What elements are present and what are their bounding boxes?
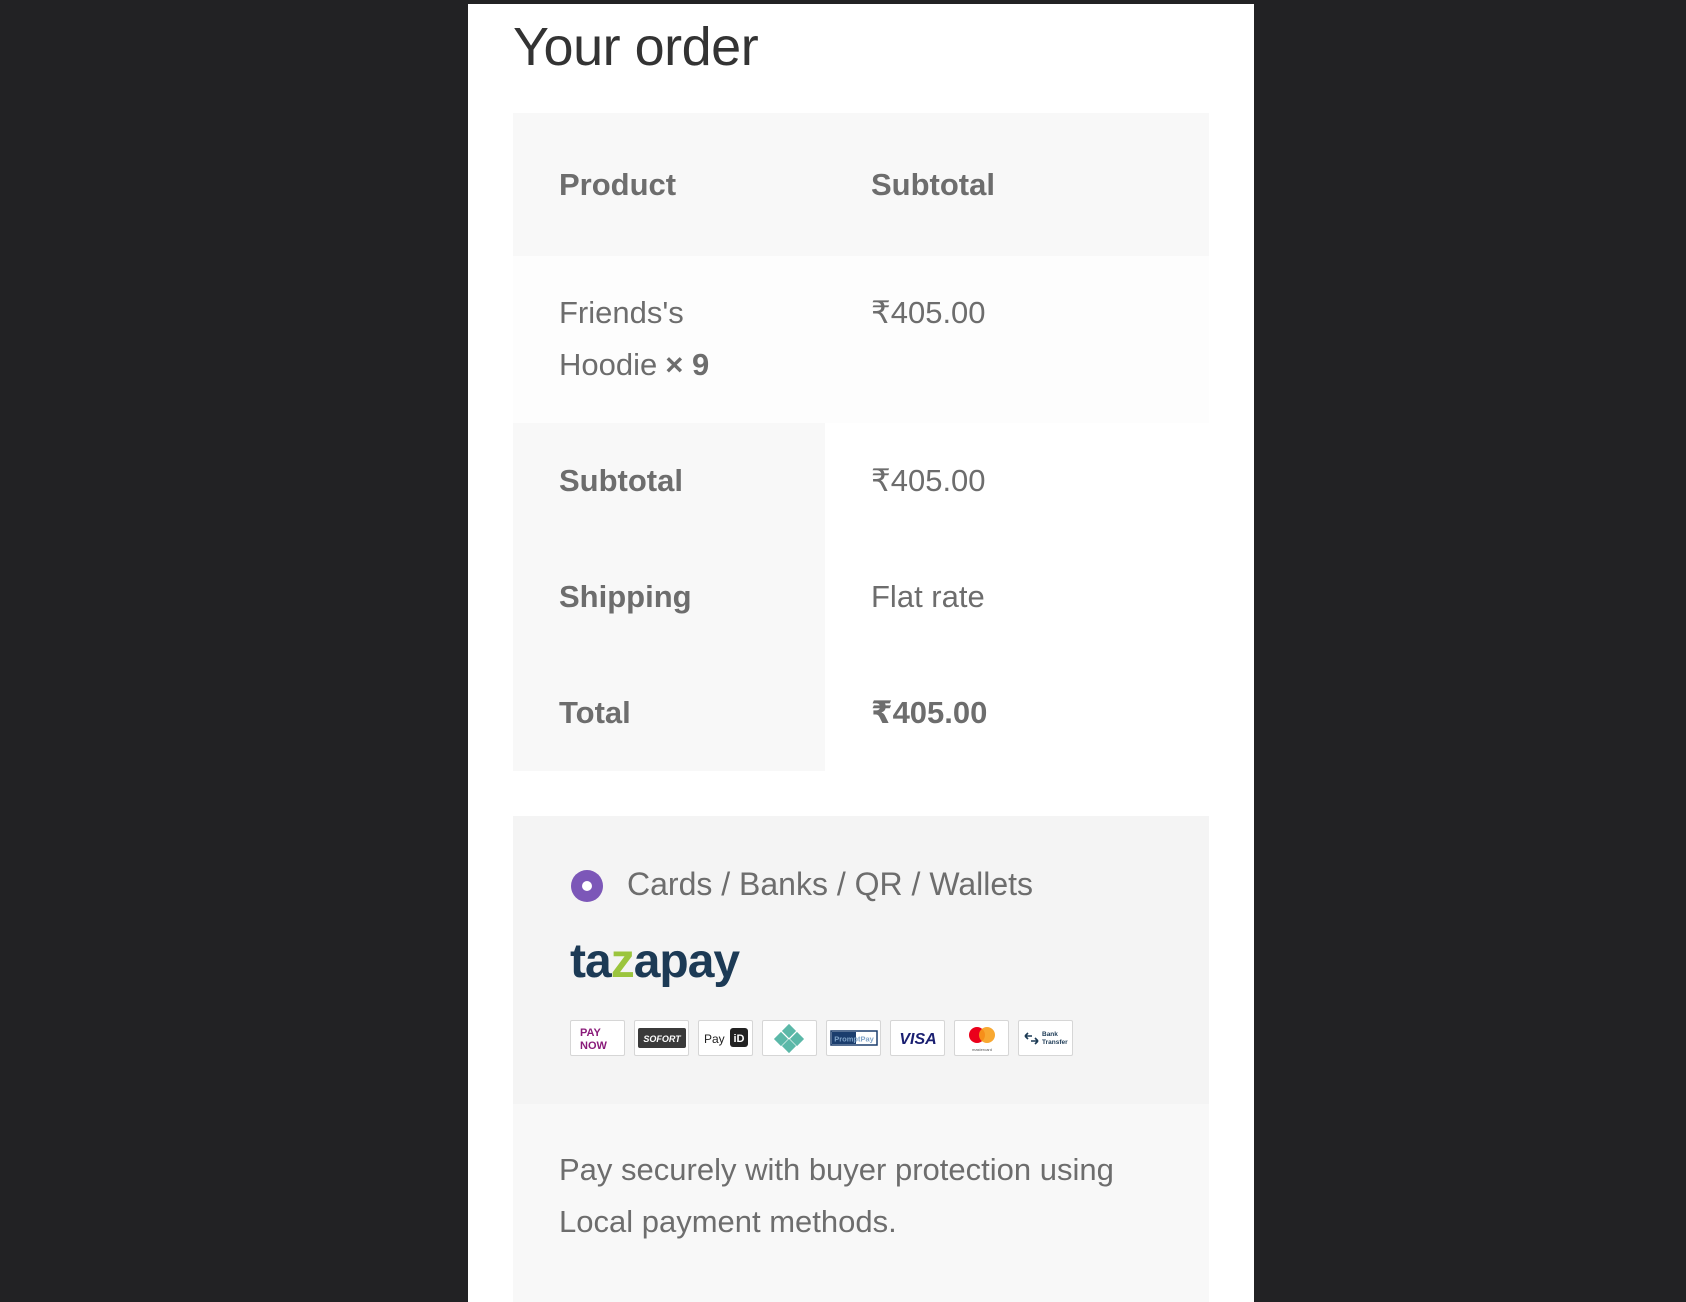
mastercard-text: mastercard <box>971 1047 991 1052</box>
promptpay-text: PromptPay <box>834 1035 874 1044</box>
visa-icon: VISA <box>890 1020 945 1056</box>
shipping-row: Shipping Flat rate <box>513 539 1209 655</box>
order-review-table: Product Subtotal Friends's Hoodie × 9 ₹40… <box>513 113 1209 771</box>
table-header-row: Product Subtotal <box>513 113 1209 256</box>
paynow-icon: PAY NOW <box>570 1020 625 1056</box>
payid-mark-text: iD <box>733 1033 744 1045</box>
cart-subtotal-row: Subtotal ₹405.00 <box>513 423 1209 539</box>
shipping-label: Shipping <box>513 539 825 655</box>
brand-text-start: ta <box>570 935 612 988</box>
bank-top-text: Bank <box>1042 1031 1058 1038</box>
payment-method-label[interactable]: Cards / Banks / QR / Wallets <box>627 866 1033 903</box>
page-title: Your order <box>513 17 759 77</box>
payment-method-radio[interactable] <box>571 870 603 902</box>
diamond-wallet-icon <box>762 1020 817 1056</box>
payment-description-box: Pay securely with buyer protection using… <box>513 1104 1209 1302</box>
tazapay-logo: tazapay <box>570 934 740 989</box>
column-header-subtotal: Subtotal <box>871 166 995 202</box>
mastercard-icon: mastercard <box>954 1020 1009 1056</box>
bank-transfer-icon: Bank Transfer <box>1018 1020 1073 1056</box>
payment-logos: PAY NOW SOFORT Pay iD PromptPay VISA mas… <box>570 1020 1073 1056</box>
product-name: Friends's Hoodie × 9 <box>513 256 825 391</box>
sofort-icon: SOFORT <box>634 1020 689 1056</box>
brand-text-end: apay <box>633 935 740 988</box>
bank-bottom-text: Transfer <box>1042 1039 1068 1046</box>
order-total-label: Total <box>513 655 825 771</box>
payment-method-box: Cards / Banks / QR / Wallets tazapay PAY… <box>513 816 1209 1104</box>
sofort-text: SOFORT <box>643 1034 682 1044</box>
product-name-line1: Friends's <box>559 295 684 330</box>
payid-icon: Pay iD <box>698 1020 753 1056</box>
order-total-row: Total ₹405.00 <box>513 655 1209 771</box>
checkout-panel: Your order Product Subtotal Friends's Ho… <box>468 4 1254 1302</box>
promptpay-icon: PromptPay <box>826 1020 881 1056</box>
column-header-product: Product <box>559 166 677 202</box>
paynow-bottom-text: NOW <box>580 1040 608 1052</box>
product-name-line2: Hoodie <box>559 347 658 382</box>
cart-subtotal-value: ₹405.00 <box>825 463 1209 499</box>
cart-subtotal-label: Subtotal <box>513 423 825 539</box>
payment-description: Pay securely with buyer protection using… <box>559 1152 1114 1239</box>
order-total-value: ₹405.00 <box>825 695 1209 731</box>
table-row: Friends's Hoodie × 9 ₹405.00 <box>513 256 1209 423</box>
payid-text: Pay <box>704 1032 725 1046</box>
shipping-value: Flat rate <box>825 579 1209 615</box>
brand-text-z: z <box>610 935 635 988</box>
product-subtotal: ₹405.00 <box>871 295 986 330</box>
product-quantity: × 9 <box>665 347 710 382</box>
visa-text: VISA <box>899 1031 936 1048</box>
paynow-top-text: PAY <box>580 1027 601 1039</box>
